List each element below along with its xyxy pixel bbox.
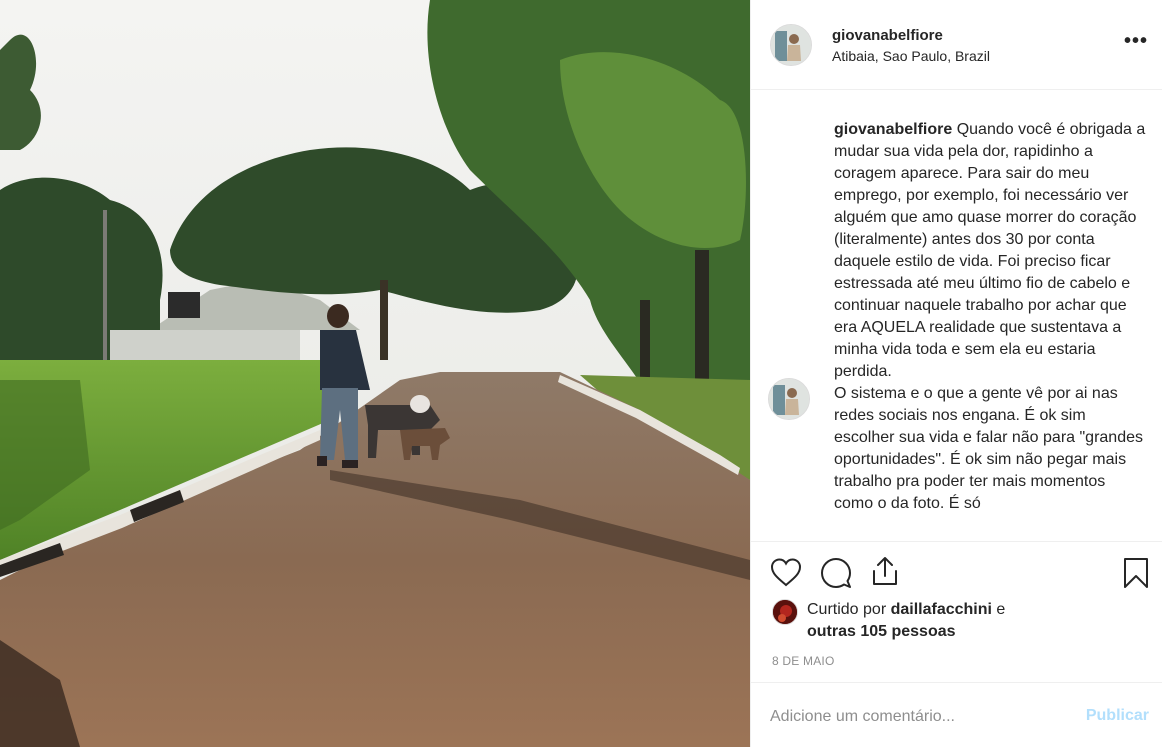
more-options-icon[interactable]: ••• (1123, 30, 1149, 56)
post-username[interactable]: giovanabelfiore (832, 27, 943, 44)
post-photo[interactable] (0, 0, 750, 747)
caption-text: Quando você é obrigada a mudar sua vida … (834, 121, 1146, 512)
post-actions: Curtido por daillafacchini e outras 105 … (751, 541, 1162, 747)
likes-suffix: e (991, 601, 1006, 618)
liker-avatar-image (773, 600, 797, 624)
likes-text: Curtido por daillafacchini e (807, 601, 1005, 619)
likes-count-link[interactable]: outras 105 pessoas (807, 623, 956, 641)
liker-avatar[interactable] (772, 599, 798, 625)
comments-section: giovanabelfiore Quando você é obrigada a… (751, 91, 1162, 540)
comment-icon[interactable] (819, 556, 853, 590)
caption-username[interactable]: giovanabelfiore (834, 121, 952, 138)
add-comment-section: Publicar (751, 682, 1162, 747)
user-avatar[interactable] (770, 24, 812, 66)
heart-icon[interactable] (769, 556, 803, 590)
bookmark-icon[interactable] (1119, 556, 1153, 590)
post-date[interactable]: 8 DE MAIO (772, 654, 834, 668)
photo-image (0, 0, 750, 747)
post-side-panel: giovanabelfiore Atibaia, Sao Paulo, Braz… (750, 0, 1162, 747)
post-header: giovanabelfiore Atibaia, Sao Paulo, Braz… (751, 0, 1162, 90)
liker-username[interactable]: daillafacchini (891, 601, 992, 618)
post-location[interactable]: Atibaia, Sao Paulo, Brazil (832, 48, 990, 64)
comment-input[interactable] (770, 703, 1070, 731)
caption-avatar[interactable] (768, 378, 810, 420)
avatar-image (769, 379, 809, 419)
likes-prefix: Curtido por (807, 601, 891, 618)
publish-button[interactable]: Publicar (1086, 707, 1149, 725)
post-caption: giovanabelfiore Quando você é obrigada a… (834, 119, 1146, 515)
avatar-image (771, 25, 811, 65)
share-icon[interactable] (868, 554, 902, 588)
